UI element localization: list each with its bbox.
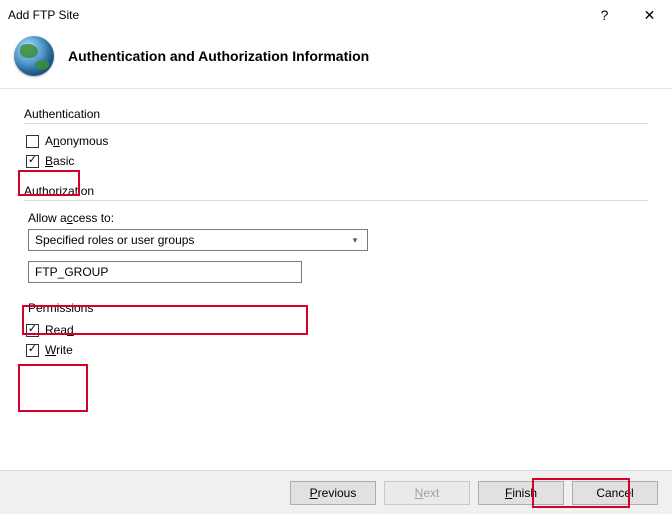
authorization-group: Authorization Allow access to: Specified…	[24, 184, 648, 357]
close-button[interactable]: ✕	[627, 0, 672, 30]
checkbox-icon	[26, 135, 39, 148]
divider	[24, 200, 648, 201]
write-label: Write	[45, 343, 73, 357]
basic-label: Basic	[45, 154, 74, 168]
divider	[24, 123, 648, 124]
authentication-title: Authentication	[24, 107, 648, 121]
permissions-title: Permissions	[28, 301, 648, 315]
checkbox-icon	[26, 344, 39, 357]
globe-icon	[14, 36, 54, 76]
wizard-footer: Previous Next Finish Cancel	[0, 470, 672, 514]
authorization-title: Authorization	[24, 184, 648, 198]
checkbox-icon	[26, 155, 39, 168]
window-title: Add FTP Site	[8, 8, 582, 22]
textbox-value: FTP_GROUP	[35, 265, 108, 279]
highlight-box	[18, 364, 88, 412]
chevron-down-icon: ▾	[347, 235, 363, 246]
finish-button[interactable]: Finish	[478, 481, 564, 505]
page-heading: Authentication and Authorization Informa…	[68, 48, 369, 64]
content-area: Authentication Anonymous Basic Authoriza…	[0, 89, 672, 357]
previous-button[interactable]: Previous	[290, 481, 376, 505]
select-value: Specified roles or user groups	[35, 233, 194, 247]
allow-access-label: Allow access to:	[28, 211, 648, 225]
anonymous-checkbox-row[interactable]: Anonymous	[26, 134, 648, 148]
allow-access-select[interactable]: Specified roles or user groups ▾	[28, 229, 368, 251]
authentication-group: Authentication Anonymous Basic	[24, 107, 648, 168]
titlebar: Add FTP Site ? ✕	[0, 0, 672, 30]
checkbox-icon	[26, 324, 39, 337]
anonymous-label: Anonymous	[45, 134, 108, 148]
cancel-button[interactable]: Cancel	[572, 481, 658, 505]
next-button: Next	[384, 481, 470, 505]
basic-checkbox-row[interactable]: Basic	[26, 154, 648, 168]
read-checkbox-row[interactable]: Read	[26, 323, 648, 337]
wizard-header: Authentication and Authorization Informa…	[0, 30, 672, 88]
write-checkbox-row[interactable]: Write	[26, 343, 648, 357]
help-button[interactable]: ?	[582, 0, 627, 30]
read-label: Read	[45, 323, 74, 337]
roles-groups-input[interactable]: FTP_GROUP	[28, 261, 302, 283]
